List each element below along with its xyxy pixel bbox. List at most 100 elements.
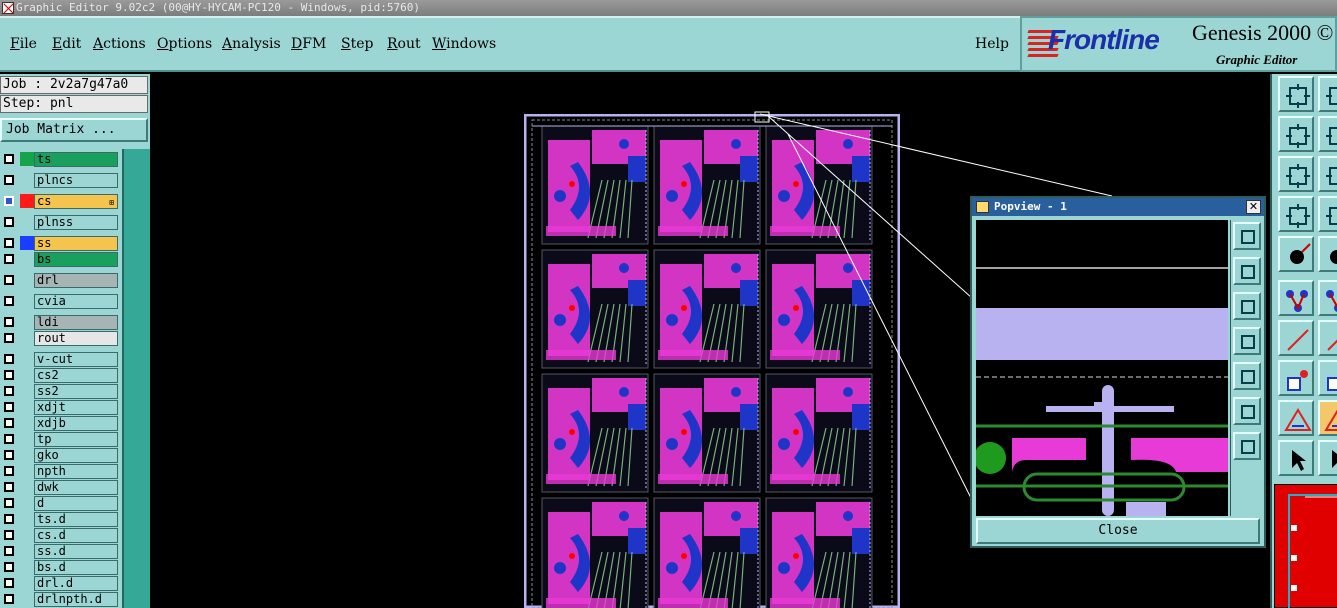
layer-row-npth[interactable]: npth: [0, 463, 120, 479]
layer-visibility-checkbox[interactable]: [4, 546, 14, 556]
menu-options[interactable]: Options: [157, 36, 212, 52]
layer-name[interactable]: gko: [34, 448, 118, 463]
pan-left-icon[interactable]: [1233, 327, 1261, 355]
layer-name[interactable]: d: [34, 496, 118, 511]
layer-row-plnss[interactable]: plnss: [0, 214, 120, 230]
layer-row-rout[interactable]: rout: [0, 330, 120, 346]
layer-row-cs2[interactable]: cs2: [0, 367, 120, 383]
menu-file[interactable]: File: [10, 36, 37, 52]
arc-icon[interactable]: [1318, 320, 1337, 356]
layer-visibility-checkbox[interactable]: [4, 514, 14, 524]
layer-name[interactable]: xdjb: [34, 416, 118, 431]
layer-row-cs-d[interactable]: cs.d: [0, 527, 120, 543]
layer-row-v-cut[interactable]: v-cut: [0, 351, 120, 367]
menu-dfm[interactable]: DFM: [291, 36, 326, 52]
grid-icon[interactable]: [1278, 196, 1314, 232]
layer-name[interactable]: dwk: [34, 480, 118, 495]
layer-row-ldi[interactable]: ldi: [0, 314, 120, 330]
layer-row-ss2[interactable]: ss2: [0, 383, 120, 399]
connect-icon[interactable]: [1278, 280, 1314, 316]
popview-close-button[interactable]: Close: [976, 518, 1260, 544]
menu-analysis[interactable]: Analysis: [222, 36, 281, 52]
layer-visibility-checkbox[interactable]: [4, 175, 14, 185]
zoom-to-cursor-icon[interactable]: [1233, 222, 1261, 250]
home-icon[interactable]: [1233, 432, 1261, 460]
layer-name[interactable]: bs: [34, 252, 118, 267]
line-icon[interactable]: [1278, 320, 1314, 356]
menu-help[interactable]: Help: [975, 36, 1009, 52]
layer-name[interactable]: rout: [34, 331, 118, 346]
menu-windows[interactable]: Windows: [432, 36, 496, 52]
triangle-icon[interactable]: [1278, 440, 1314, 476]
layer-row-ss[interactable]: ss: [0, 235, 120, 251]
zoom-in-icon[interactable]: [1278, 116, 1314, 152]
layer-visibility-checkbox[interactable]: [4, 498, 14, 508]
layer-row-ss-d[interactable]: ss.d: [0, 543, 120, 559]
layer-name[interactable]: npth: [34, 464, 118, 479]
layer-row-plncs[interactable]: plncs: [0, 172, 120, 188]
layer-row-drlnpth-d[interactable]: drlnpth.d: [0, 591, 120, 607]
layer-list-scrollbar[interactable]: [122, 149, 150, 608]
layer-name[interactable]: cs2: [34, 368, 118, 383]
layer-visibility-checkbox[interactable]: [4, 317, 14, 327]
layer-visibility-checkbox[interactable]: [4, 482, 14, 492]
menu-edit[interactable]: Edit: [52, 36, 81, 52]
layer-name[interactable]: bs.d: [34, 560, 118, 575]
layer-row-gko[interactable]: gko: [0, 447, 120, 463]
pad-icon[interactable]: [1278, 360, 1314, 396]
polygon-icon[interactable]: [1278, 400, 1314, 436]
pan-left-icon[interactable]: [1278, 156, 1314, 192]
layer-visibility-checkbox[interactable]: [4, 466, 14, 476]
layer-name[interactable]: v-cut: [34, 352, 118, 367]
layer-visibility-checkbox[interactable]: [4, 434, 14, 444]
layer-row-cs[interactable]: cs ⊞: [0, 193, 120, 209]
layer-name[interactable]: cs ⊞: [34, 194, 118, 209]
layer-name[interactable]: drlnpth.d: [34, 592, 118, 607]
layer-name[interactable]: ldi: [34, 315, 118, 330]
menu-rout[interactable]: Rout: [387, 36, 421, 52]
layer-visibility-checkbox[interactable]: [4, 275, 14, 285]
layer-name[interactable]: tp: [34, 432, 118, 447]
layer-row-d[interactable]: d: [0, 495, 120, 511]
layer-visibility-checkbox[interactable]: [4, 562, 14, 572]
layer-visibility-checkbox[interactable]: [4, 402, 14, 412]
layer-visibility-checkbox[interactable]: [4, 450, 14, 460]
layer-name[interactable]: ss: [34, 236, 118, 251]
layer-name[interactable]: cvia: [34, 294, 118, 309]
layer-name[interactable]: cs.d: [34, 528, 118, 543]
node-icon[interactable]: [1318, 280, 1337, 316]
layer-row-drl[interactable]: drl: [0, 272, 120, 288]
popview-canvas[interactable]: [976, 220, 1228, 516]
layer-row-ts-d[interactable]: ts.d: [0, 511, 120, 527]
layer-visibility-checkbox[interactable]: [4, 354, 14, 364]
layer-row-ts[interactable]: ts: [0, 151, 120, 167]
zoom-home-icon[interactable]: [1278, 76, 1314, 112]
pan-right-icon[interactable]: [1233, 362, 1261, 390]
probe-icon[interactable]: [1318, 236, 1337, 272]
layer-name[interactable]: drl.d: [34, 576, 118, 591]
layer-row-xdjt[interactable]: xdjt: [0, 399, 120, 415]
layer-visibility-checkbox[interactable]: [4, 196, 14, 206]
layer-name[interactable]: ss.d: [34, 544, 118, 559]
layer-visibility-checkbox[interactable]: [4, 594, 14, 604]
popview-close-icon[interactable]: ✕: [1246, 200, 1261, 214]
layer-name[interactable]: drl: [34, 273, 118, 288]
fit-icon[interactable]: [1233, 397, 1261, 425]
layer-name[interactable]: ss2: [34, 384, 118, 399]
layer-visibility-checkbox[interactable]: [4, 333, 14, 343]
select-icon[interactable]: [1318, 440, 1337, 476]
layer-visibility-checkbox[interactable]: [4, 296, 14, 306]
zoom-fit-icon[interactable]: [1318, 76, 1337, 112]
layer-row-cvia[interactable]: cvia: [0, 293, 120, 309]
layer-name[interactable]: plnss: [34, 215, 118, 230]
measure-icon[interactable]: [1278, 236, 1314, 272]
layer-name[interactable]: xdjt: [34, 400, 118, 415]
job-matrix-button[interactable]: Job Matrix ...: [0, 118, 148, 142]
layer-row-dwk[interactable]: dwk: [0, 479, 120, 495]
popview-title-bar[interactable]: Popview - 1 ✕: [972, 198, 1264, 216]
menu-actions[interactable]: Actions: [93, 36, 146, 52]
layer-visibility-checkbox[interactable]: [4, 238, 14, 248]
layer-visibility-checkbox[interactable]: [4, 154, 14, 164]
layer-row-bs[interactable]: bs: [0, 251, 120, 267]
layer-name[interactable]: plncs: [34, 173, 118, 188]
